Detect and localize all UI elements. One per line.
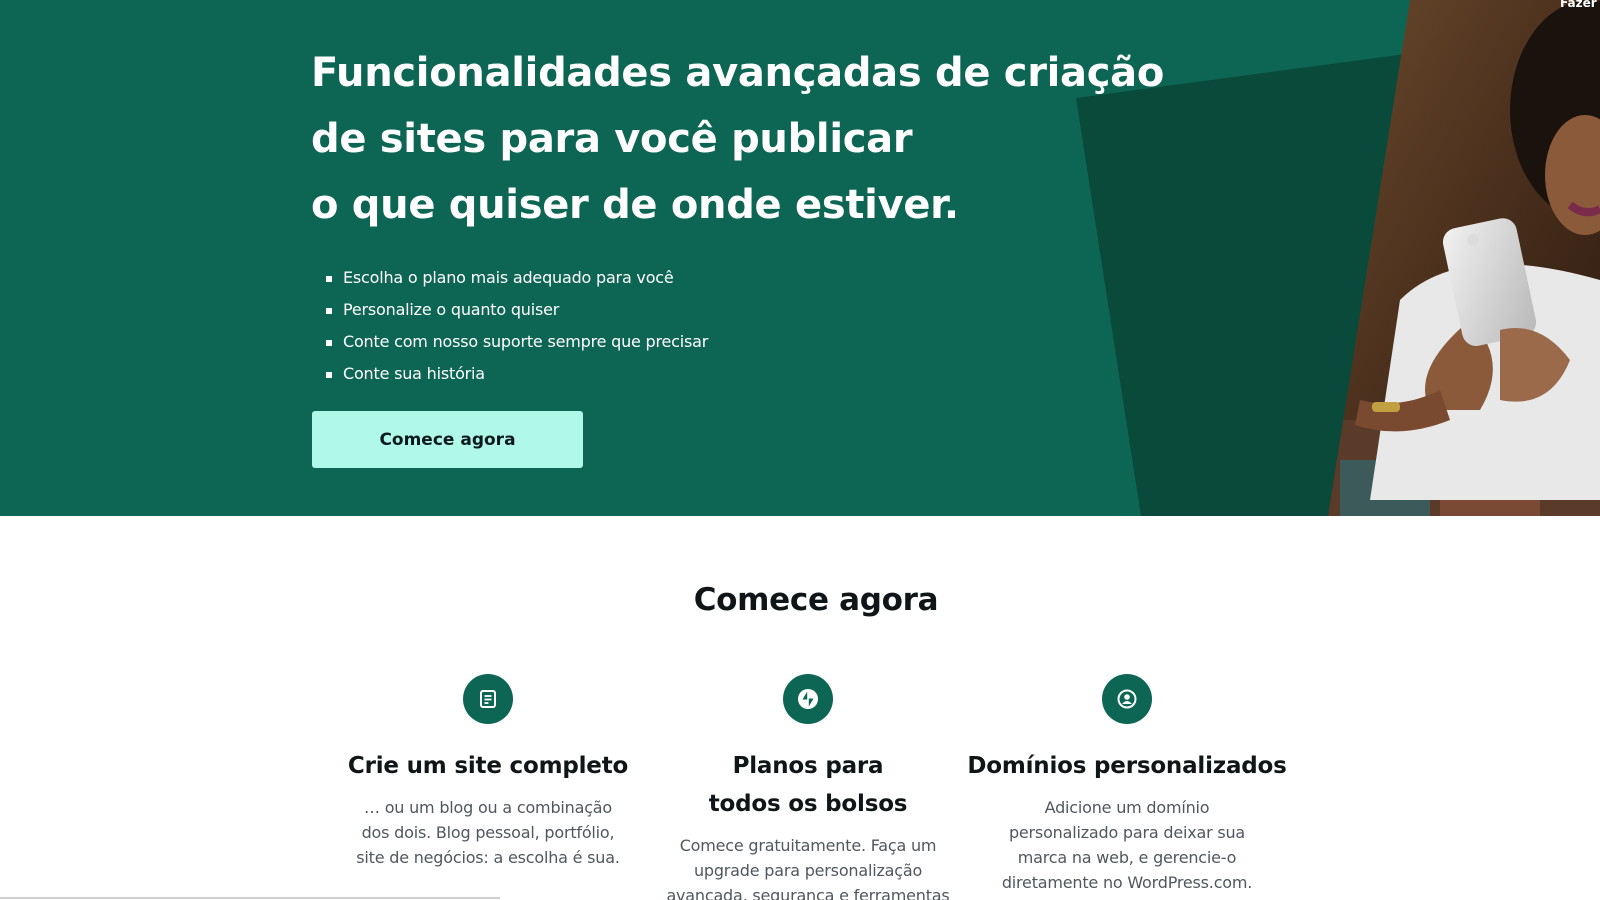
- feature-description: … ou um blog ou a combinação dos dois. B…: [356, 798, 620, 867]
- jetpack-bolt-icon: [783, 674, 833, 724]
- page-icon: [463, 674, 513, 724]
- login-link[interactable]: Fazer login: [1560, 0, 1600, 10]
- hero-title-line-2: de sites para você publicar: [311, 116, 913, 162]
- feature-full-site: Crie um site completo … ou um blog ou a …: [328, 674, 648, 870]
- page: Fazer login Funcionalidades avançadas de…: [0, 0, 1600, 900]
- hero-title: Funcionalidades avançadas de criação de …: [311, 40, 1165, 238]
- benefit-item: Conte sua história: [326, 358, 708, 390]
- section-title: Comece agora: [693, 582, 939, 618]
- user-circle-icon: [1102, 674, 1152, 724]
- divider: [0, 897, 500, 899]
- get-started-button[interactable]: Comece agora: [312, 411, 583, 468]
- feature-title: Domínios personalizados: [967, 753, 1287, 779]
- feature-plans: Planos para todos os bolsos Comece gratu…: [648, 674, 968, 900]
- benefit-item: Conte com nosso suporte sempre que preci…: [326, 326, 708, 358]
- benefit-item: Escolha o plano mais adequado para você: [326, 262, 708, 294]
- feature-domains: Domínios personalizados Adicione um domí…: [967, 674, 1287, 895]
- hero-title-line-1: Funcionalidades avançadas de criação: [311, 50, 1165, 96]
- hero-benefits-list: Escolha o plano mais adequado para você …: [326, 262, 708, 390]
- feature-title: Crie um site completo: [347, 753, 629, 779]
- benefit-item: Personalize o quanto quiser: [326, 294, 708, 326]
- feature-title: Planos para todos os bolsos: [708, 753, 908, 817]
- feature-description: Adicione um domínio personalizado para d…: [1001, 798, 1253, 892]
- hero-title-line-3: o que quiser de onde estiver.: [311, 182, 959, 228]
- feature-description: Comece gratuitamente. Faça um upgrade pa…: [666, 836, 950, 900]
- hero-section: Fazer login Funcionalidades avançadas de…: [0, 0, 1600, 516]
